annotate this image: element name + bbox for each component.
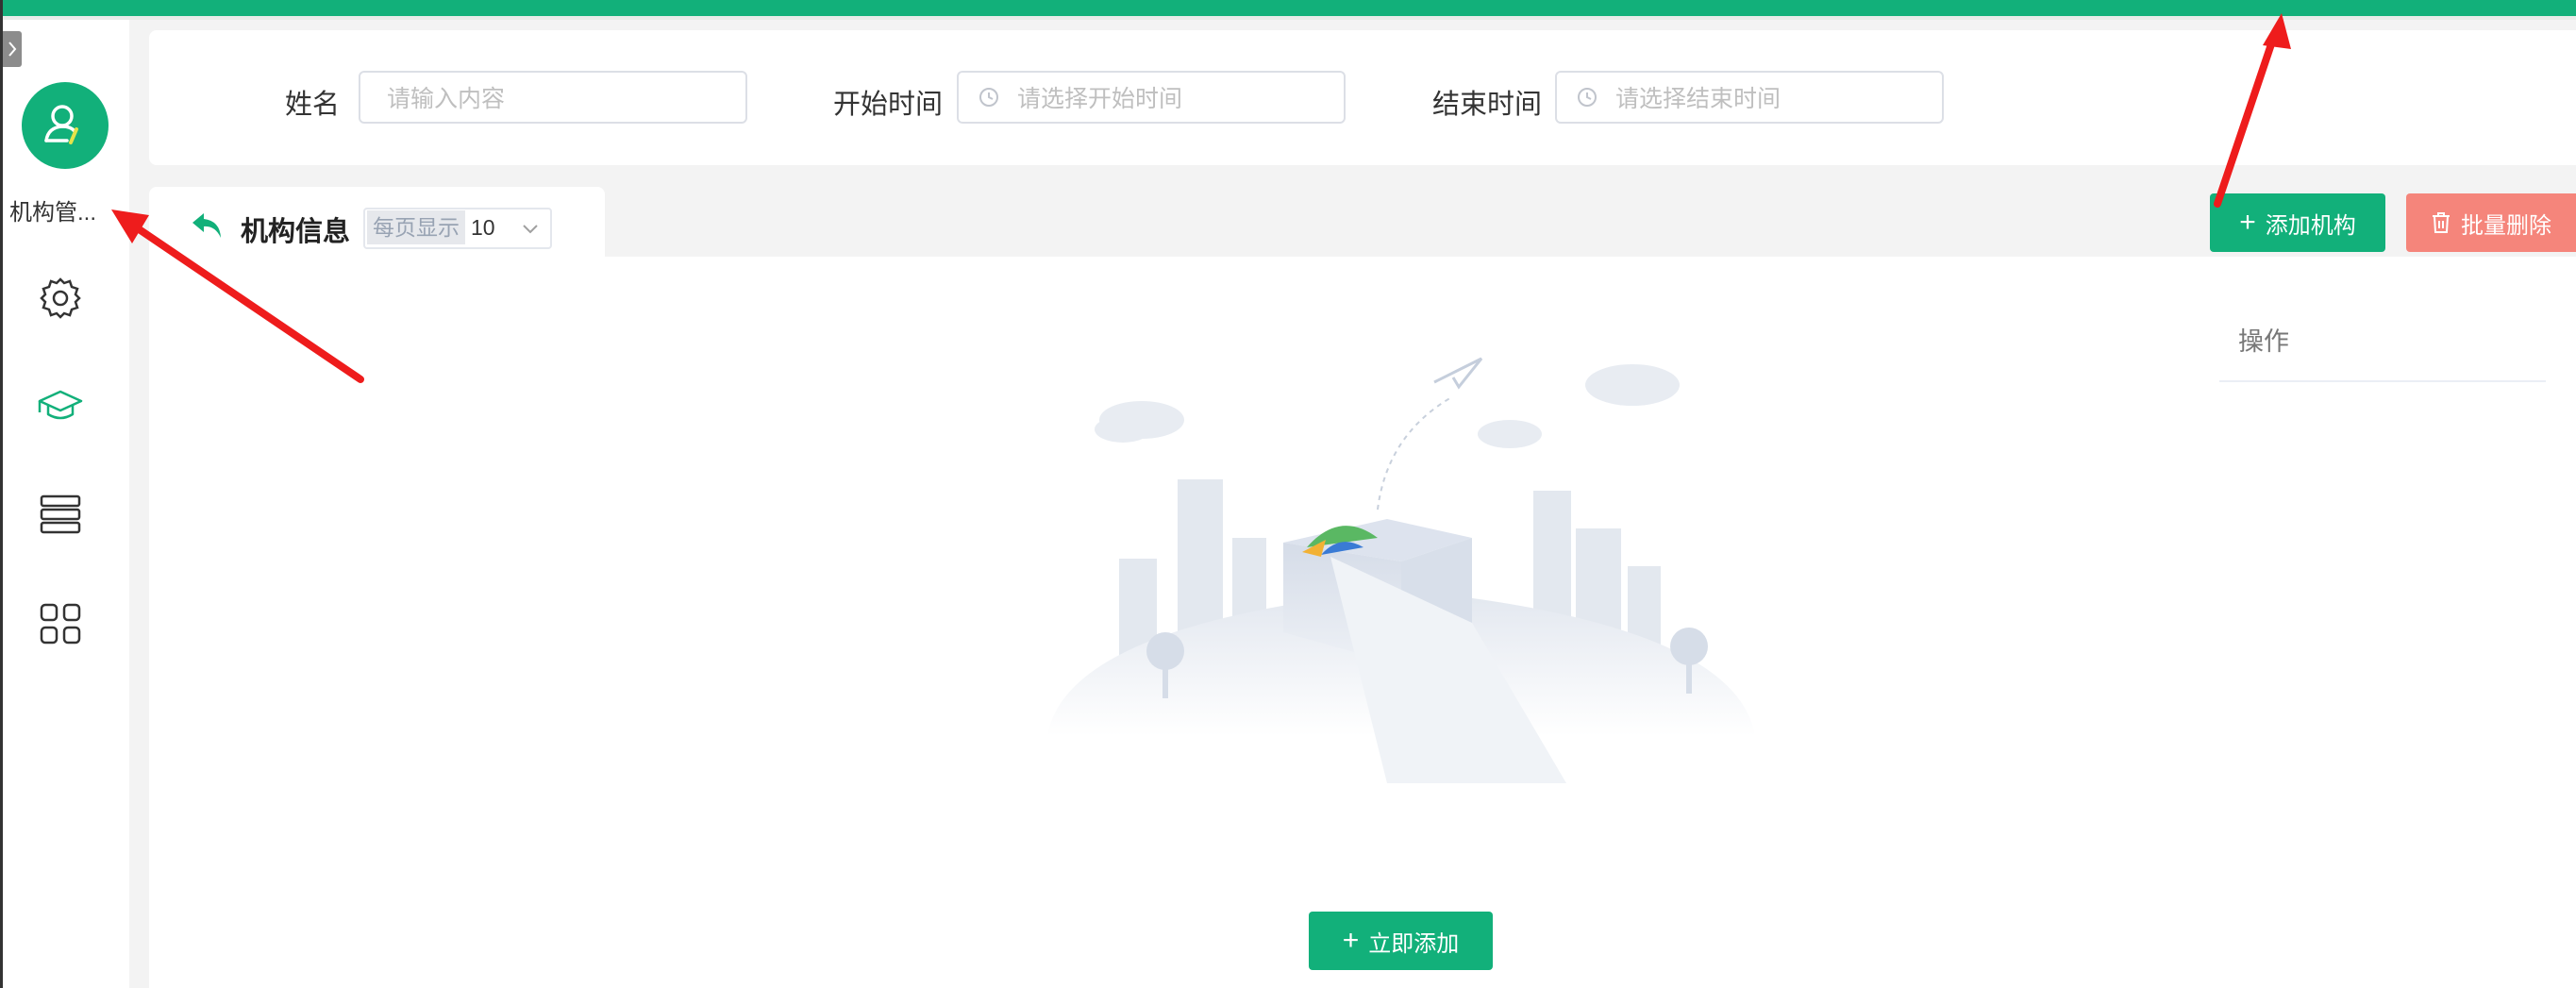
annotation-arrows [111, 13, 2291, 383]
annotation-arrowhead-toolbar [2263, 13, 2291, 49]
annotation-arrowhead-sidebar [111, 209, 149, 243]
annotation-arrow-sidebar [128, 221, 364, 383]
annotation-arrow-toolbar [2214, 32, 2278, 208]
